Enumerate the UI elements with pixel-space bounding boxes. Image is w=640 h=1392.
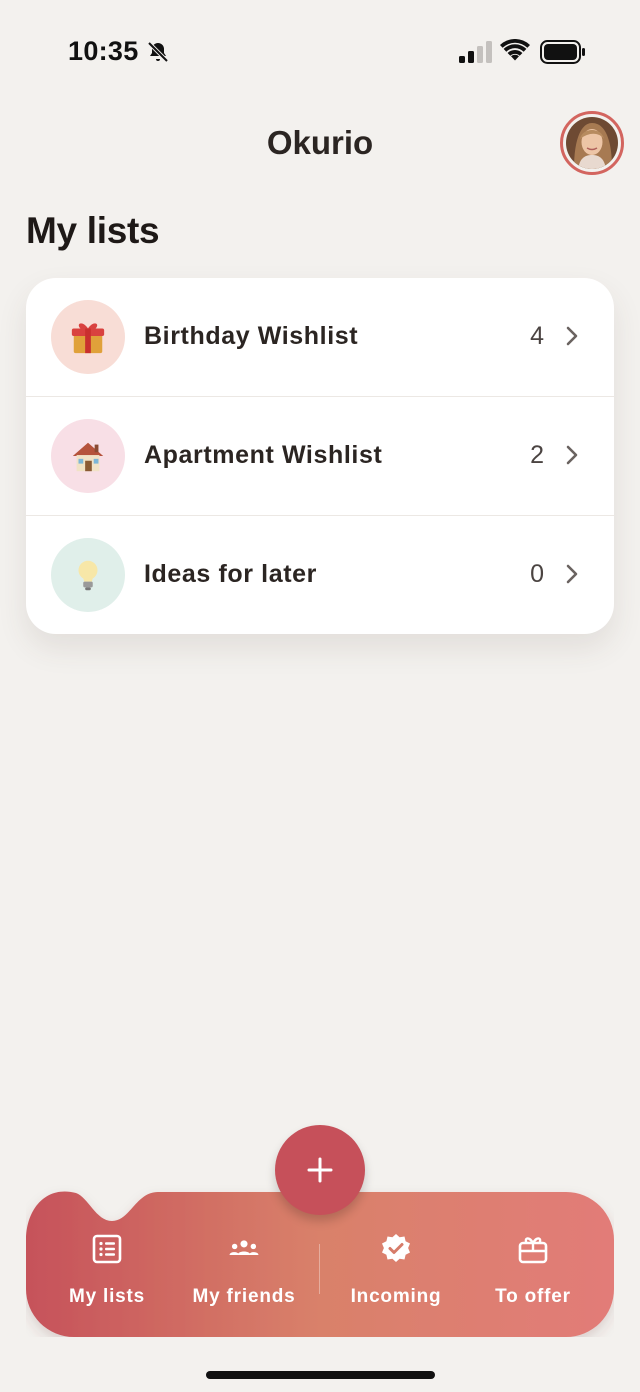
verified-badge-icon xyxy=(382,1234,410,1262)
list-item-ideas-for-later[interactable]: Ideas for later 0 xyxy=(26,516,614,634)
chevron-right-icon xyxy=(566,326,578,346)
chevron-right-icon xyxy=(566,445,578,465)
friends-icon xyxy=(229,1240,259,1255)
bell-slash-icon xyxy=(147,41,169,63)
tab-label: My friends xyxy=(192,1286,296,1307)
list-item-count: 4 xyxy=(530,322,544,350)
list-item-icon-wrap xyxy=(51,300,125,374)
lists-card: Birthday Wishlist 4 Apartment Wishlist 2 xyxy=(26,278,614,634)
tab-my-friends[interactable]: My friends xyxy=(169,1232,319,1308)
list-item-birthday-wishlist[interactable]: Birthday Wishlist 4 xyxy=(26,278,614,397)
battery-icon xyxy=(540,40,585,64)
wifi-icon xyxy=(500,39,530,61)
tab-to-offer[interactable]: To offer xyxy=(458,1232,608,1308)
tab-my-lists[interactable]: My lists xyxy=(32,1232,182,1308)
add-list-button[interactable] xyxy=(275,1125,365,1215)
list-item-icon-wrap xyxy=(51,419,125,493)
list-item-icon-wrap xyxy=(51,538,125,612)
app-screen: 10:35 Okurio My lists Birthday Wishlist … xyxy=(0,0,640,1392)
list-item-label: Ideas for later xyxy=(144,560,317,588)
gift-box-icon xyxy=(518,1237,548,1264)
tab-label: My lists xyxy=(68,1286,146,1307)
profile-avatar[interactable] xyxy=(560,111,624,175)
avatar-photo xyxy=(566,117,618,169)
app-title: Okurio xyxy=(266,124,374,161)
list-item-label: Apartment Wishlist xyxy=(144,441,383,469)
cellular-signal-icon xyxy=(459,41,492,63)
plus-icon xyxy=(307,1157,333,1183)
list-icon xyxy=(92,1234,122,1264)
list-item-count: 2 xyxy=(530,441,544,469)
list-item-label: Birthday Wishlist xyxy=(144,322,359,350)
tab-divider xyxy=(319,1244,320,1294)
chevron-right-icon xyxy=(566,564,578,584)
list-item-count: 0 xyxy=(530,560,544,588)
house-icon xyxy=(72,442,104,472)
status-time: 10:35 xyxy=(68,36,139,66)
tab-label: Incoming xyxy=(350,1286,442,1307)
gift-icon xyxy=(71,323,105,354)
list-item-apartment-wishlist[interactable]: Apartment Wishlist 2 xyxy=(26,397,614,516)
lightbulb-icon xyxy=(78,560,98,591)
tab-incoming[interactable]: Incoming xyxy=(321,1232,471,1308)
home-indicator xyxy=(206,1371,435,1379)
section-title: My lists xyxy=(26,210,160,251)
tab-label: To offer xyxy=(495,1286,571,1307)
status-bar: 10:35 xyxy=(0,0,640,100)
